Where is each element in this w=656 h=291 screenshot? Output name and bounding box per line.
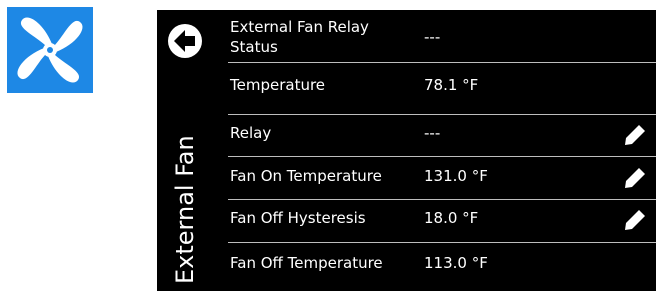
fan-icon [7, 7, 93, 93]
row-value: 113.0 °F [424, 254, 488, 272]
row-label: Fan Off Hysteresis [230, 209, 366, 227]
row-label: Relay [230, 124, 272, 142]
row-label: External Fan Relay Status [230, 18, 369, 56]
row-label: Fan Off Temperature [230, 254, 383, 272]
row-value: 78.1 °F [424, 76, 479, 94]
row-value: --- [424, 124, 441, 142]
row-value: 18.0 °F [424, 209, 479, 227]
back-button[interactable] [167, 23, 203, 59]
row-fan-off-hysteresis[interactable]: Fan Off Hysteresis 18.0 °F [228, 200, 656, 243]
row-temperature: Temperature 78.1 °F [228, 63, 656, 115]
page-title: External Fan [171, 135, 199, 284]
row-fan-on-temperature[interactable]: Fan On Temperature 131.0 °F [228, 157, 656, 200]
row-label: Temperature [230, 76, 326, 94]
pencil-icon[interactable] [624, 209, 646, 231]
row-fan-off-temperature: Fan Off Temperature 113.0 °F [228, 243, 656, 291]
row-value: --- [424, 28, 441, 46]
settings-list: External Fan Relay Status --- Temperatur… [228, 10, 656, 291]
row-label: Fan On Temperature [230, 167, 382, 185]
external-fan-panel: External Fan External Fan Relay Status -… [157, 10, 656, 291]
pencil-icon[interactable] [624, 124, 646, 146]
back-arrow-icon [168, 24, 202, 58]
row-external-fan-relay-status: External Fan Relay Status --- [228, 10, 656, 63]
row-relay[interactable]: Relay --- [228, 115, 656, 157]
row-value: 131.0 °F [424, 167, 488, 185]
pencil-icon[interactable] [624, 167, 646, 189]
